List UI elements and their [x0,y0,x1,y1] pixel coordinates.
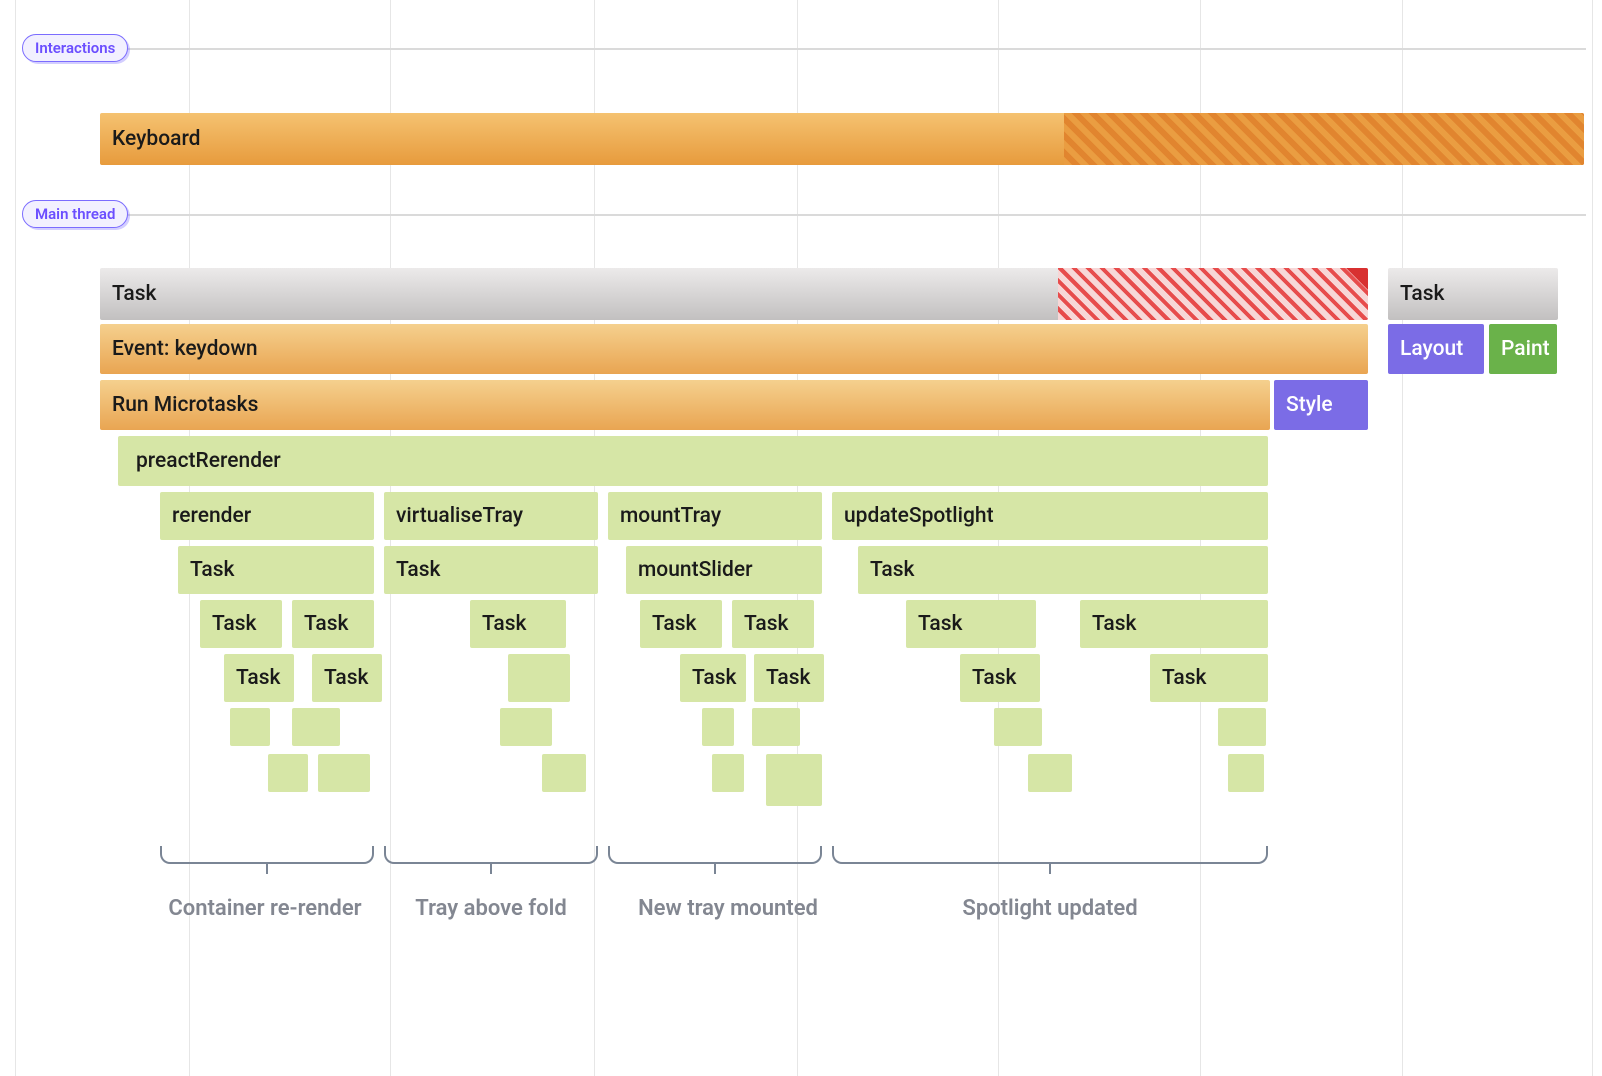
flame-bar[interactable] [1218,708,1266,746]
flame-bar[interactable] [318,754,370,792]
flame-bar-task[interactable]: Task [732,600,814,648]
flame-bar-task[interactable]: Task [640,600,722,648]
bar-label: Task [692,666,737,690]
bar-label: Style [1286,393,1333,417]
bar-label: Layout [1400,337,1463,361]
flame-chart: Interactions Keyboard Main thread Task T… [0,0,1602,1076]
flame-bar-mount-tray[interactable]: mountTray [608,492,822,540]
bar-label: rerender [172,504,251,528]
flame-bar[interactable] [1228,754,1264,792]
bar-label: Task [304,612,349,636]
bar-label: Task [396,558,441,582]
bar-label: virtualiseTray [396,504,523,528]
flame-bar[interactable] [1028,754,1072,792]
flame-bar-task[interactable]: Task [858,546,1268,594]
bar-label: Event: keydown [112,337,258,361]
flame-bar-task[interactable]: Task [754,654,824,702]
annotation-brace [384,846,598,864]
flame-bar[interactable] [542,754,586,792]
flame-bar-task[interactable]: Task [1150,654,1268,702]
flame-bar-preact-rerender[interactable]: preactRerender [118,436,1268,486]
flame-bar-task[interactable]: Task [470,600,566,648]
bar-label: Task [918,612,963,636]
annotation-label: Tray above fold [384,896,598,921]
bar-label: Task [972,666,1017,690]
bar-label: Paint [1501,337,1550,361]
flame-bar-task[interactable]: Task [224,654,294,702]
bar-label: Task [1162,666,1207,690]
interaction-hatched-region [1064,113,1584,165]
flame-bar[interactable] [994,708,1042,746]
flame-bar[interactable] [712,754,744,792]
track-label: Main thread [35,205,115,223]
bar-label: mountSlider [638,558,753,582]
bar-label: preactRerender [136,449,281,473]
bar-label: Task [212,612,257,636]
flame-bar-task-long[interactable]: Task [100,268,1368,320]
bar-label: updateSpotlight [844,504,994,528]
flame-bar-rerender[interactable]: rerender [160,492,374,540]
flame-bar-task[interactable]: Task [1388,268,1558,320]
flame-bar[interactable] [766,754,822,806]
flame-bar-update-spotlight[interactable]: updateSpotlight [832,492,1268,540]
flame-bar-run-microtasks[interactable]: Run Microtasks [100,380,1270,430]
flame-bar[interactable] [702,708,734,746]
bar-label: Task [744,612,789,636]
flame-bar-task[interactable]: Task [312,654,382,702]
bar-label: Task [652,612,697,636]
track-divider-interactions [113,48,1586,50]
flame-bar-task[interactable]: Task [384,546,598,594]
flame-bar-mount-slider[interactable]: mountSlider [626,546,822,594]
flame-bar-task[interactable]: Task [1080,600,1268,648]
flame-bar[interactable] [752,708,800,746]
flame-bar-task[interactable]: Task [960,654,1040,702]
track-badge-interactions[interactable]: Interactions [22,34,128,62]
flame-bar-task[interactable]: Task [906,600,1036,648]
bar-label: Task [766,666,811,690]
flame-bar[interactable] [268,754,308,792]
annotation-brace [608,846,822,864]
flame-bar-event-keydown[interactable]: Event: keydown [100,324,1368,374]
track-divider-main [113,214,1586,216]
bar-label: mountTray [620,504,721,528]
flame-bar[interactable] [230,708,270,746]
task-over-budget-region [1058,268,1368,320]
gridline [1592,0,1593,1076]
annotation-label: New tray mounted [608,896,848,921]
annotation-brace [160,846,374,864]
flame-bar-task[interactable] [508,654,570,702]
flame-bar-style[interactable]: Style [1274,380,1368,430]
bar-label: Task [190,558,235,582]
flame-bar-paint[interactable]: Paint [1489,324,1557,374]
bar-label: Task [482,612,527,636]
annotation-label: Container re-render [115,896,415,921]
warning-triangle-icon [1346,268,1368,290]
gridline [15,0,16,1076]
flame-bar-task[interactable]: Task [200,600,282,648]
bar-label: Task [1092,612,1137,636]
flame-bar-layout[interactable]: Layout [1388,324,1484,374]
flame-bar[interactable] [292,708,340,746]
flame-bar[interactable] [500,708,552,746]
bar-label: Keyboard [112,127,201,151]
annotation-label: Spotlight updated [832,896,1268,921]
flame-bar-task[interactable]: Task [178,546,374,594]
flame-bar-virtualise-tray[interactable]: virtualiseTray [384,492,598,540]
track-label: Interactions [35,39,115,57]
bar-label: Run Microtasks [112,393,258,417]
bar-label: Task [112,282,157,306]
track-badge-main-thread[interactable]: Main thread [22,200,128,228]
annotation-brace [832,846,1268,864]
flame-bar-task[interactable]: Task [292,600,374,648]
bar-label: Task [324,666,369,690]
bar-label: Task [1400,282,1445,306]
bar-label: Task [236,666,281,690]
flame-bar-task[interactable]: Task [680,654,746,702]
interaction-bar-keyboard[interactable]: Keyboard [100,113,1584,165]
bar-label: Task [870,558,915,582]
